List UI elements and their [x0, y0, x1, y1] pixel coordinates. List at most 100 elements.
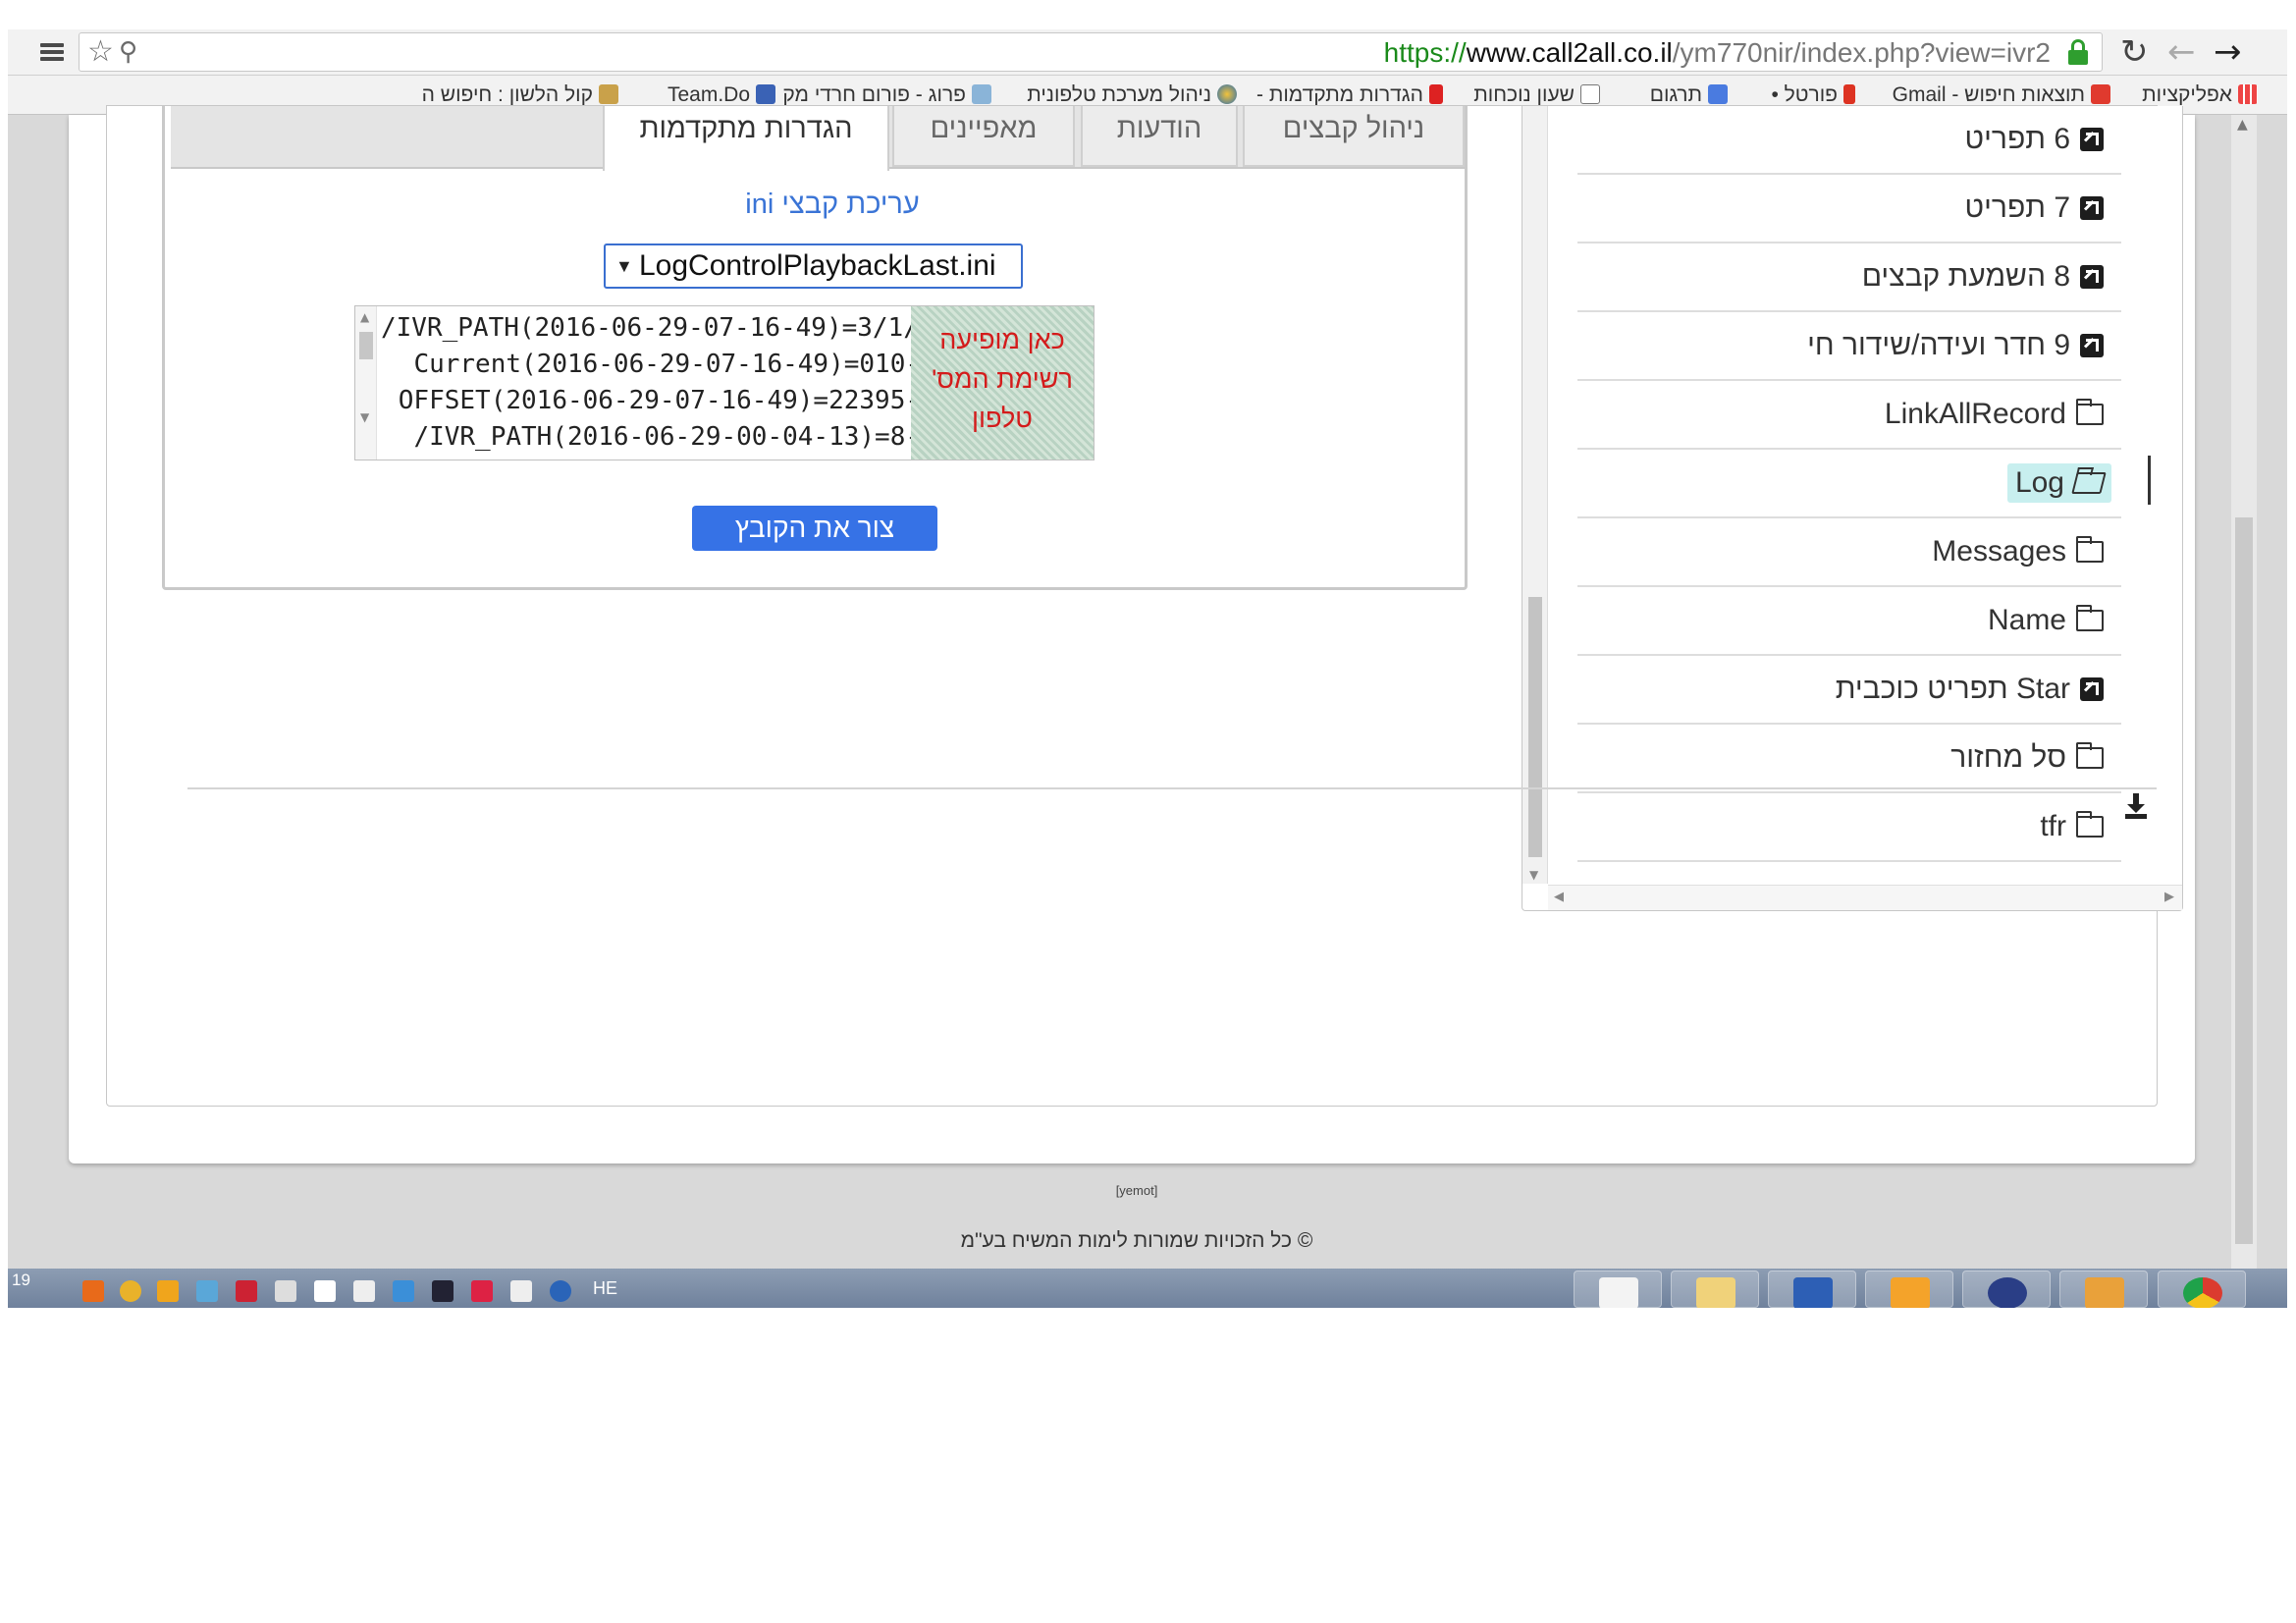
tray-icon[interactable]	[471, 1280, 493, 1302]
shortcut-icon	[2080, 334, 2104, 357]
tray-icon[interactable]	[82, 1280, 104, 1302]
tree-item-label: 8 השמעת קבצים	[1861, 260, 2070, 293]
scroll-left-icon[interactable]: ◀	[1554, 890, 1564, 904]
tree-item[interactable]: 7 תפריט	[1577, 175, 2121, 243]
tray-icon[interactable]	[196, 1280, 218, 1302]
tab-advanced-settings[interactable]: הגדרות מתקדמות	[603, 106, 889, 171]
taskbar-explorer[interactable]	[1671, 1271, 1759, 1308]
ini-file-select[interactable]: ▼ LogControlPlaybackLast.ini	[604, 243, 1023, 289]
taskbar-headset[interactable]	[1962, 1271, 2051, 1308]
tray-icon[interactable]	[275, 1280, 296, 1302]
tree-scroll-thumb[interactable]	[1528, 597, 1542, 857]
tray-icon[interactable]	[157, 1280, 179, 1302]
tray-icon[interactable]	[393, 1280, 414, 1302]
tree-item-row[interactable]: 8 השמעת קבצים	[1854, 257, 2111, 297]
volume-icon[interactable]	[353, 1280, 375, 1302]
chevron-down-icon: ▼	[615, 256, 633, 276]
shortcut-icon	[2080, 265, 2104, 289]
tree-item[interactable]: 8 השמעת קבצים	[1577, 243, 2121, 312]
tree-item[interactable]: Messages	[1577, 518, 2121, 587]
tree-item-label: סל מחזור	[1950, 741, 2066, 774]
star-icon[interactable]: ☆	[87, 35, 114, 69]
taskbar-word[interactable]	[1768, 1271, 1856, 1308]
advanced-settings-panel: ניהול קבצים הודעות מאפיינים הגדרות מתקדמ…	[162, 106, 1468, 590]
tree-item-row[interactable]: סל מחזור	[1943, 738, 2111, 778]
language-indicator[interactable]: HE	[593, 1278, 617, 1299]
taskbar-clock: 19	[12, 1271, 30, 1289]
ini-editor[interactable]: ▲ ▼ /IVR_PATH(2016-06-29-07-16-49)=3/1/2…	[354, 305, 1095, 460]
menu-icon[interactable]	[37, 37, 67, 67]
bookmark-apps[interactable]: אפליקציות	[2142, 81, 2258, 109]
tree-item[interactable]: 6 תפריט	[1577, 106, 2121, 175]
editor-text[interactable]: /IVR_PATH(2016-06-29-07-16-49)=3/1/2/01-…	[381, 310, 996, 456]
editor-line: /IVR_PATH(2016-06-29-07-16-49)=3/1/2/01-	[381, 313, 996, 343]
tree-vertical-scrollbar[interactable]: ▼	[1522, 106, 1548, 884]
scroll-down-icon[interactable]: ▼	[1529, 868, 1538, 882]
word-icon	[1793, 1277, 1833, 1308]
editor-line: OFFSET(2016-06-29-07-16-49)=22395-	[398, 386, 921, 415]
tree-item[interactable]: Star תפריט כוכבית	[1577, 656, 2121, 725]
selection-indicator	[2148, 456, 2151, 505]
tree-item-row[interactable]: Name	[1980, 601, 2111, 640]
tree-item[interactable]: סל מחזור	[1577, 725, 2121, 793]
create-file-button[interactable]: צור את הקובץ	[692, 506, 937, 551]
tab-messages[interactable]: הודעות	[1081, 106, 1238, 167]
chrome-icon	[2183, 1277, 2222, 1308]
ini-file-select-value: LogControlPlaybackLast.ini	[639, 249, 996, 282]
outlook-icon	[1891, 1277, 1930, 1308]
tree-item[interactable]: LinkAllRecord	[1577, 381, 2121, 450]
tree-item-row[interactable]: tfr	[2032, 807, 2111, 846]
tree-item-label: tfr	[2040, 810, 2066, 842]
footer-copyright: © כל הזכויות שמורות לימות המשיח בע"מ	[960, 1229, 1313, 1252]
network-icon[interactable]	[510, 1280, 532, 1302]
forward-icon[interactable]: →	[2214, 33, 2242, 71]
app-icon	[2085, 1277, 2124, 1308]
url-path: /ym770nir/index.php?view=ivr2	[1672, 37, 2051, 68]
tree-item-row[interactable]: Log	[2006, 463, 2111, 503]
tray-icon[interactable]	[550, 1280, 571, 1302]
tab-properties[interactable]: מאפיינים	[892, 106, 1075, 167]
reload-icon[interactable]: ↻	[2120, 33, 2149, 71]
taskbar-app[interactable]	[2059, 1271, 2148, 1308]
folder-icon	[1696, 1277, 1735, 1308]
zoom-icon[interactable]: ⚲	[119, 35, 137, 69]
page-scroll-thumb[interactable]	[2235, 517, 2253, 1244]
phone-list-overlay: כאן מופיעה רשימת המס' טלפון	[911, 306, 1094, 460]
back-icon[interactable]: ←	[2167, 33, 2196, 71]
tree-item[interactable]: tfr	[1577, 793, 2121, 862]
tree-item-row[interactable]: 9 חדר ועידה/שידור חי	[1799, 326, 2111, 365]
tray-icon[interactable]	[120, 1280, 141, 1302]
gmail-icon	[2091, 84, 2110, 104]
tree-item[interactable]: 9 חדר ועידה/שידור חי	[1577, 312, 2121, 381]
tray-icon[interactable]	[236, 1280, 257, 1302]
download-icon[interactable]	[2125, 793, 2147, 819]
tree-item-row[interactable]: 7 תפריט	[1957, 189, 2111, 228]
tree-item-row[interactable]: 6 תפריט	[1957, 120, 2111, 159]
url-scheme: https://	[1383, 37, 1467, 68]
edit-ini-link[interactable]: עריכת קבצי ini	[636, 185, 1029, 224]
address-bar[interactable]: ☆ ⚲ https://www.call2all.co.il/ym770nir/…	[79, 32, 2103, 72]
scroll-up-icon[interactable]: ▲	[2237, 117, 2248, 133]
tab-file-management[interactable]: ניהול קבצים	[1243, 106, 1465, 167]
lock-icon[interactable]	[2068, 39, 2088, 65]
taskbar-outlook[interactable]	[1865, 1271, 1953, 1308]
taskbar-java[interactable]	[1574, 1271, 1662, 1308]
tree-item[interactable]: Log	[1577, 450, 2151, 518]
tree-item-row[interactable]: Messages	[1924, 532, 2111, 571]
editor-scroll-thumb[interactable]	[359, 332, 373, 359]
scroll-up-icon[interactable]: ▲	[360, 310, 369, 324]
url-text[interactable]: https://www.call2all.co.il/ym770nir/inde…	[1384, 37, 2051, 69]
tree-item-row[interactable]: Star תפריט כוכבית	[1828, 670, 2111, 709]
page-scrollbar[interactable]: ▲ ▼	[2231, 115, 2257, 1286]
tree-item-row[interactable]: LinkAllRecord	[1877, 395, 2111, 434]
tree-horizontal-scrollbar[interactable]: ◀ ▶	[1548, 885, 2182, 910]
editor-scrollbar[interactable]: ▲ ▼	[355, 306, 377, 460]
taskbar-chrome[interactable]	[2158, 1271, 2246, 1308]
tray-icon[interactable]	[314, 1280, 336, 1302]
scroll-right-icon[interactable]: ▶	[2164, 890, 2174, 904]
tree-item[interactable]: Name	[1577, 587, 2121, 656]
scroll-down-icon[interactable]: ▼	[360, 410, 369, 424]
browser-toolbar: ☆ ⚲ https://www.call2all.co.il/ym770nir/…	[8, 29, 2287, 76]
tray-icon[interactable]	[432, 1280, 454, 1302]
tree-item-label: 9 חדר ועידה/שידור חי	[1807, 329, 2070, 361]
